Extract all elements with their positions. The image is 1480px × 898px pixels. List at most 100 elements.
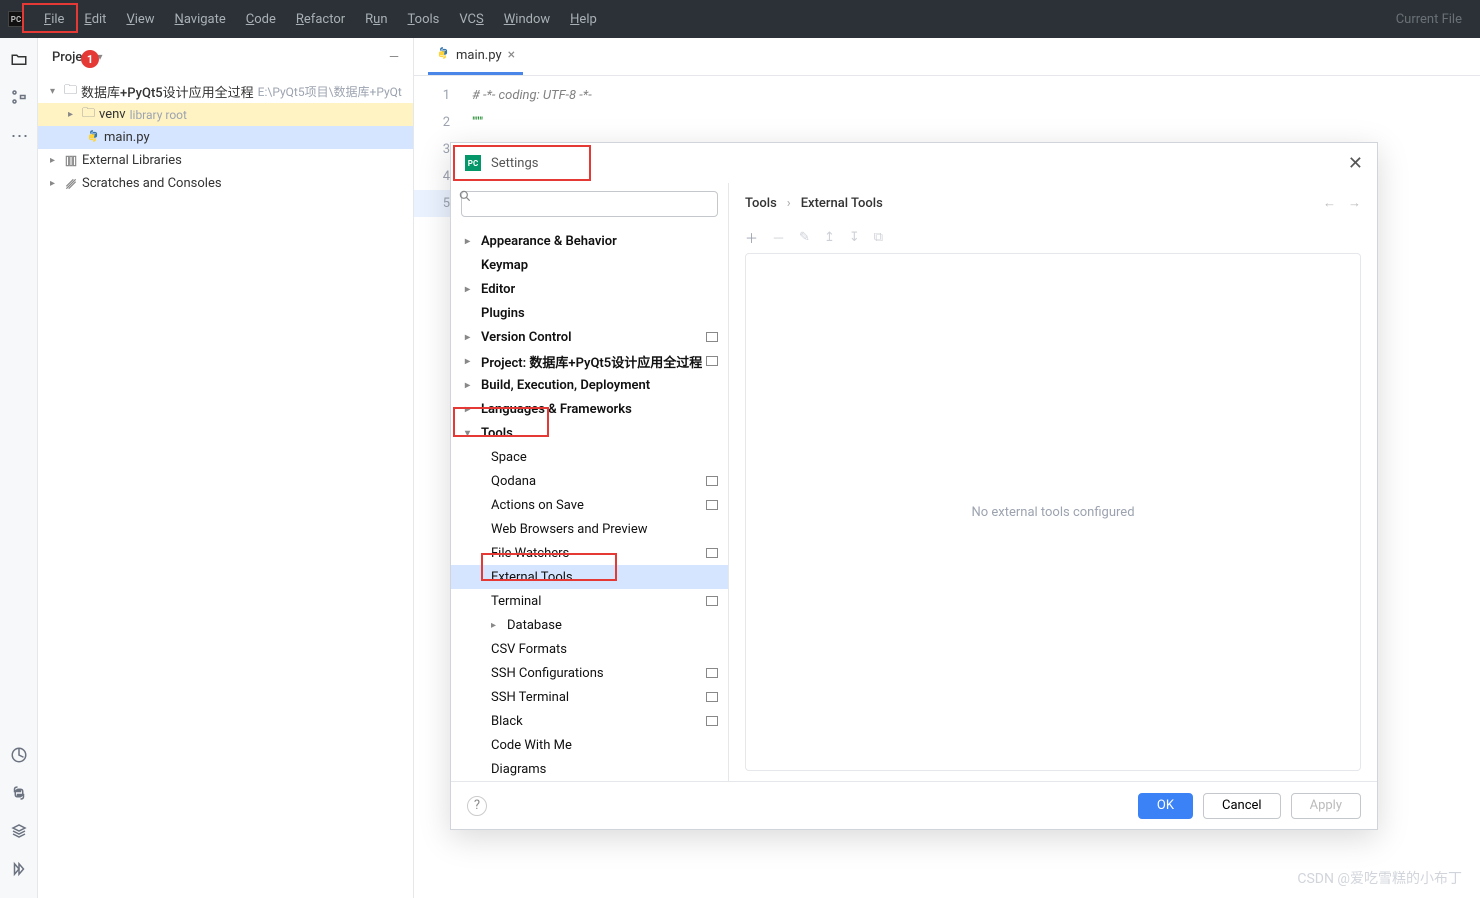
dialog-close-icon[interactable]: ✕ bbox=[1348, 153, 1363, 174]
menu-run[interactable]: Run bbox=[355, 5, 397, 33]
settings-item-label: Project: 数据库+PyQt5设计应用全过程 bbox=[481, 352, 702, 371]
services-icon[interactable] bbox=[10, 860, 28, 878]
menu-tools[interactable]: Tools bbox=[398, 5, 450, 33]
menu-code[interactable]: Code bbox=[236, 5, 286, 33]
search-input[interactable] bbox=[461, 191, 718, 217]
copy-icon[interactable]: ⧉ bbox=[874, 230, 883, 245]
settings-item-code-with-me[interactable]: Code With Me bbox=[451, 733, 728, 757]
menu-help[interactable]: Help bbox=[560, 5, 607, 33]
settings-item-label: Space bbox=[491, 450, 527, 465]
more-tools-icon[interactable]: ⋯ bbox=[11, 126, 27, 147]
settings-item-label: Actions on Save bbox=[491, 498, 584, 513]
settings-item-label: Code With Me bbox=[491, 738, 572, 753]
menu-view[interactable]: View bbox=[116, 5, 164, 33]
menu-navigate[interactable]: Navigate bbox=[165, 5, 236, 33]
library-icon bbox=[64, 154, 78, 168]
tree-scratches[interactable]: ▸ Scratches and Consoles bbox=[38, 172, 413, 195]
menu-window[interactable]: Window bbox=[494, 5, 560, 33]
root-path: E:\PyQt5项目\数据库+PyQt bbox=[258, 83, 402, 100]
nav-back-icon[interactable]: ← bbox=[1323, 195, 1336, 211]
close-tab-icon[interactable]: × bbox=[508, 47, 515, 63]
settings-item-ssh-terminal[interactable]: SSH Terminal bbox=[451, 685, 728, 709]
venv-name: venv bbox=[99, 107, 126, 122]
settings-item-build-execution-deployment[interactable]: ▸Build, Execution, Deployment bbox=[451, 373, 728, 397]
project-level-icon bbox=[706, 668, 718, 678]
settings-item-label: Appearance & Behavior bbox=[481, 234, 617, 249]
menu-file[interactable]: File bbox=[34, 5, 74, 33]
project-tree: ▾ 🗀 数据库+PyQt5设计应用全过程 E:\PyQt5项目\数据库+PyQt… bbox=[38, 76, 413, 199]
edit-icon[interactable]: ✎ bbox=[799, 230, 810, 245]
tree-root[interactable]: ▾ 🗀 数据库+PyQt5设计应用全过程 E:\PyQt5项目\数据库+PyQt bbox=[38, 80, 413, 103]
expand-arrow-icon: ▸ bbox=[465, 332, 475, 343]
external-libs-label: External Libraries bbox=[82, 153, 182, 168]
settings-item-label: Editor bbox=[481, 282, 515, 297]
down-icon[interactable]: ↧ bbox=[849, 230, 860, 245]
ok-button[interactable]: OK bbox=[1138, 793, 1193, 819]
remove-icon[interactable]: － bbox=[772, 228, 785, 247]
collapse-icon[interactable]: — bbox=[389, 50, 399, 65]
settings-item-space[interactable]: Space bbox=[451, 445, 728, 469]
settings-tree[interactable]: ▸Appearance & BehaviorKeymap▸EditorPlugi… bbox=[451, 225, 728, 781]
settings-item-black[interactable]: Black bbox=[451, 709, 728, 733]
packages-icon[interactable] bbox=[10, 822, 28, 840]
settings-content: Tools › External Tools ← → ＋ － ✎ ↥ ↧ ⧉ N… bbox=[729, 183, 1377, 781]
apply-button[interactable]: Apply bbox=[1291, 793, 1361, 819]
editor-tabs: main.py × bbox=[414, 38, 1480, 76]
settings-item-label: SSH Terminal bbox=[491, 690, 569, 705]
settings-item-version-control[interactable]: ▸Version Control bbox=[451, 325, 728, 349]
settings-item-actions-on-save[interactable]: Actions on Save bbox=[451, 493, 728, 517]
python-file-icon bbox=[436, 46, 450, 64]
settings-item-label: Qodana bbox=[491, 474, 536, 489]
expand-arrow-icon: ▸ bbox=[465, 380, 475, 391]
tree-venv[interactable]: ▸ 🗀 venv library root bbox=[38, 103, 413, 126]
menu-vcs[interactable]: VCS bbox=[449, 5, 493, 33]
settings-item-editor[interactable]: ▸Editor bbox=[451, 277, 728, 301]
settings-item-label: Tools bbox=[481, 426, 513, 441]
project-icon[interactable] bbox=[10, 50, 28, 68]
menu-refactor[interactable]: Refactor bbox=[286, 5, 355, 33]
ext-tools-list: No external tools configured bbox=[745, 253, 1361, 771]
tree-main-py[interactable]: main.py bbox=[38, 126, 413, 149]
settings-item-plugins[interactable]: Plugins bbox=[451, 301, 728, 325]
settings-item-file-watchers[interactable]: File Watchers bbox=[451, 541, 728, 565]
search-wrap bbox=[451, 183, 728, 225]
breadcrumb-nav: ← → bbox=[1323, 195, 1361, 211]
tree-external-libs[interactable]: ▸ External Libraries bbox=[38, 149, 413, 172]
settings-item-external-tools[interactable]: External Tools bbox=[451, 565, 728, 589]
project-level-icon bbox=[706, 332, 718, 342]
settings-item-database[interactable]: ▸Database bbox=[451, 613, 728, 637]
settings-item-label: CSV Formats bbox=[491, 642, 567, 657]
settings-item-diagrams[interactable]: Diagrams bbox=[451, 757, 728, 781]
settings-item-web-browsers-and-preview[interactable]: Web Browsers and Preview bbox=[451, 517, 728, 541]
settings-item-languages-frameworks[interactable]: ▸Languages & Frameworks bbox=[451, 397, 728, 421]
menu-edit[interactable]: Edit bbox=[74, 5, 116, 33]
help-icon[interactable]: ? bbox=[467, 796, 487, 816]
nav-forward-icon[interactable]: → bbox=[1348, 195, 1361, 211]
settings-item-csv-formats[interactable]: CSV Formats bbox=[451, 637, 728, 661]
search-icon bbox=[458, 189, 472, 203]
settings-item-terminal[interactable]: Terminal bbox=[451, 589, 728, 613]
settings-item-label: Plugins bbox=[481, 306, 525, 321]
settings-item-ssh-configurations[interactable]: SSH Configurations bbox=[451, 661, 728, 685]
settings-breadcrumb: Tools › External Tools ← → bbox=[729, 183, 1377, 223]
cancel-button[interactable]: Cancel bbox=[1203, 793, 1281, 819]
python-console-icon[interactable] bbox=[10, 784, 28, 802]
settings-item-label: SSH Configurations bbox=[491, 666, 604, 681]
settings-item-tools[interactable]: ▾ Tools bbox=[451, 421, 728, 445]
settings-item-project-pyqt5-[interactable]: ▸Project: 数据库+PyQt5设计应用全过程 bbox=[451, 349, 728, 373]
settings-item-label: Diagrams bbox=[491, 762, 546, 777]
settings-item-appearance-behavior[interactable]: ▸Appearance & Behavior bbox=[451, 229, 728, 253]
expand-arrow-icon: ▾ bbox=[465, 428, 475, 439]
structure-icon[interactable] bbox=[10, 88, 28, 106]
settings-item-qodana[interactable]: Qodana bbox=[451, 469, 728, 493]
settings-item-label: Keymap bbox=[481, 258, 528, 273]
settings-item-label: External Tools bbox=[491, 570, 573, 585]
dialog-titlebar: PC Settings ✕ bbox=[451, 143, 1377, 183]
up-icon[interactable]: ↥ bbox=[824, 230, 835, 245]
settings-item-keymap[interactable]: Keymap bbox=[451, 253, 728, 277]
project-level-icon bbox=[706, 716, 718, 726]
settings-dialog: PC Settings ✕ ▸Appearance & BehaviorKeym… bbox=[450, 142, 1378, 830]
chart-icon[interactable] bbox=[10, 746, 28, 764]
add-icon[interactable]: ＋ bbox=[745, 228, 758, 247]
tab-main-py[interactable]: main.py × bbox=[428, 38, 523, 75]
